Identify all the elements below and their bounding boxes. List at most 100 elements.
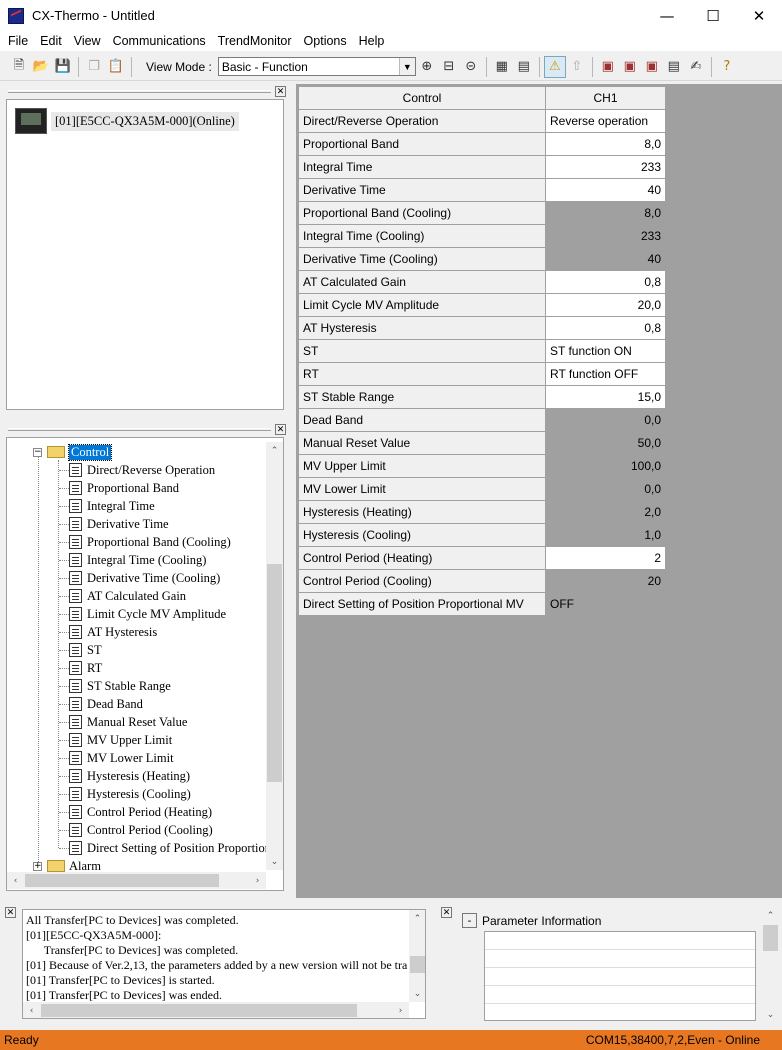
log-horizontal-scrollbar[interactable]: ‹ › (23, 1002, 409, 1018)
close-icon[interactable]: ✕ (5, 907, 16, 918)
list-view-icon[interactable]: ▤ (513, 56, 535, 78)
parameter-value-cell[interactable]: 0,8 (545, 270, 666, 294)
minus-icon[interactable]: ⊝ (460, 56, 482, 78)
menu-options[interactable]: Options (304, 34, 347, 48)
close-button[interactable]: ✕ (736, 0, 782, 31)
parameter-name-cell: ST Stable Range (298, 385, 546, 409)
scroll-down-icon[interactable]: ⌄ (409, 985, 425, 1002)
scroll-up-icon[interactable]: ⌃ (409, 910, 425, 927)
tree-item[interactable]: ST Stable Range (69, 677, 171, 695)
scroll-right-icon[interactable]: › (249, 872, 266, 889)
menu-communications[interactable]: Communications (113, 34, 206, 48)
scroll-thumb[interactable] (41, 1004, 357, 1017)
info-vertical-scrollbar[interactable]: ⌃ ⌄ (762, 907, 779, 1023)
parameter-name-cell: Integral Time (Cooling) (298, 224, 546, 248)
expand-icon[interactable]: ⊕ (416, 56, 438, 78)
new-file-icon[interactable]: 🗎 (8, 56, 30, 78)
scroll-right-icon[interactable]: › (392, 1002, 409, 1018)
tree-vertical-scrollbar[interactable]: ⌃ ⌄ (266, 442, 283, 870)
tree-node-control[interactable]: − Control (33, 443, 113, 461)
menu-view[interactable]: View (74, 34, 101, 48)
tree-item[interactable]: Direct/Reverse Operation (69, 461, 215, 479)
monitor-icon[interactable]: ▤ (663, 56, 685, 78)
parameter-value-cell[interactable]: 15,0 (545, 385, 666, 409)
parameter-info-content (484, 931, 756, 1021)
tree-item[interactable]: Direct Setting of Position Proportion (69, 839, 271, 857)
tree-item-label: RT (87, 660, 103, 675)
parameter-name-cell: Proportional Band (Cooling) (298, 201, 546, 225)
device-item[interactable]: [01][E5CC-QX3A5M-000](Online) (15, 108, 239, 134)
tree-item[interactable]: Dead Band (69, 695, 143, 713)
transfer-from-device-icon[interactable]: ▣ (619, 56, 641, 78)
scroll-left-icon[interactable]: ‹ (7, 872, 24, 889)
compare-icon[interactable]: ▣ (641, 56, 663, 78)
save-icon[interactable]: 💾 (52, 56, 74, 78)
parameter-value-cell[interactable]: RT function OFF (545, 362, 666, 386)
parameter-value-cell[interactable]: 40 (545, 178, 666, 202)
help-icon[interactable]: ? (716, 56, 738, 78)
collapse-button[interactable]: - (462, 913, 477, 928)
scroll-thumb[interactable] (763, 925, 778, 951)
minimize-button[interactable]: — (644, 0, 690, 31)
parameter-value-cell[interactable]: Reverse operation (545, 109, 666, 133)
tree-item[interactable]: Limit Cycle MV Amplitude (69, 605, 226, 623)
menu-file[interactable]: File (8, 34, 28, 48)
expand-icon[interactable]: + (33, 861, 42, 871)
tree-item[interactable]: MV Upper Limit (69, 731, 172, 749)
menu-help[interactable]: Help (359, 34, 385, 48)
tree-item[interactable]: Proportional Band (Cooling) (69, 533, 231, 551)
menu-trendmonitor[interactable]: TrendMonitor (218, 34, 292, 48)
close-icon[interactable]: ✕ (275, 424, 286, 435)
tree-item[interactable]: Derivative Time (Cooling) (69, 569, 220, 587)
maximize-button[interactable]: ☐ (690, 0, 736, 31)
close-icon[interactable]: ✕ (275, 86, 286, 97)
scroll-thumb[interactable] (25, 874, 219, 887)
tree-connector (59, 812, 69, 813)
tree-item[interactable]: RT (69, 659, 102, 677)
parameter-value-cell[interactable]: 0,8 (545, 316, 666, 340)
scroll-down-icon[interactable]: ⌄ (762, 1006, 779, 1023)
menu-edit[interactable]: Edit (40, 34, 62, 48)
parameter-info-title: Parameter Information (482, 913, 602, 928)
parameter-value-cell[interactable]: 20,0 (545, 293, 666, 317)
copy-icon[interactable]: ❐ (83, 56, 105, 78)
tree-item[interactable]: Derivative Time (69, 515, 169, 533)
scroll-up-icon[interactable]: ⌃ (266, 442, 283, 459)
parameter-value-cell[interactable]: 8,0 (545, 132, 666, 156)
tree-item[interactable]: Control Period (Heating) (69, 803, 212, 821)
controller-device-icon (15, 108, 47, 134)
scroll-left-icon[interactable]: ‹ (23, 1002, 40, 1018)
tree-item[interactable]: Hysteresis (Heating) (69, 767, 190, 785)
tree-item[interactable]: AT Hysteresis (69, 623, 157, 641)
transfer-to-device-icon[interactable]: ▣ (597, 56, 619, 78)
paste-icon[interactable]: 📋 (105, 56, 127, 78)
open-folder-icon[interactable]: 📂 (30, 56, 52, 78)
tree-item[interactable]: Manual Reset Value (69, 713, 187, 731)
scroll-down-icon[interactable]: ⌄ (266, 853, 283, 870)
log-vertical-scrollbar[interactable]: ⌃ ⌄ (409, 910, 425, 1002)
scroll-up-icon[interactable]: ⌃ (762, 907, 779, 924)
close-icon[interactable]: ✕ (441, 907, 452, 918)
tree-item[interactable]: Integral Time (Cooling) (69, 551, 206, 569)
tree-item[interactable]: ST (69, 641, 102, 659)
parameter-value-cell[interactable]: ST function ON (545, 339, 666, 363)
tree-item[interactable]: Proportional Band (69, 479, 179, 497)
tile-view-icon[interactable]: ▦ (491, 56, 513, 78)
scroll-thumb[interactable] (410, 956, 425, 973)
chevron-down-icon[interactable]: ▼ (398, 58, 415, 75)
warning-icon[interactable]: ⚠ (543, 55, 566, 78)
view-mode-select[interactable]: Basic - Function ▼ (217, 57, 416, 76)
tree-item[interactable]: AT Calculated Gain (69, 587, 186, 605)
upload-icon[interactable]: ⇧ (566, 56, 588, 78)
parameter-value-cell[interactable]: 2 (545, 546, 666, 570)
tune-icon[interactable]: ✍ (685, 56, 707, 78)
tree-item[interactable]: MV Lower Limit (69, 749, 174, 767)
tree-horizontal-scrollbar[interactable]: ‹ › (7, 872, 266, 889)
tree-item[interactable]: Hysteresis (Cooling) (69, 785, 191, 803)
scroll-thumb[interactable] (267, 564, 282, 782)
tree-item[interactable]: Integral Time (69, 497, 155, 515)
collapse-tree-icon[interactable]: ⊟ (438, 56, 460, 78)
collapse-icon[interactable]: − (33, 447, 42, 457)
parameter-value-cell[interactable]: 233 (545, 155, 666, 179)
tree-item[interactable]: Control Period (Cooling) (69, 821, 213, 839)
